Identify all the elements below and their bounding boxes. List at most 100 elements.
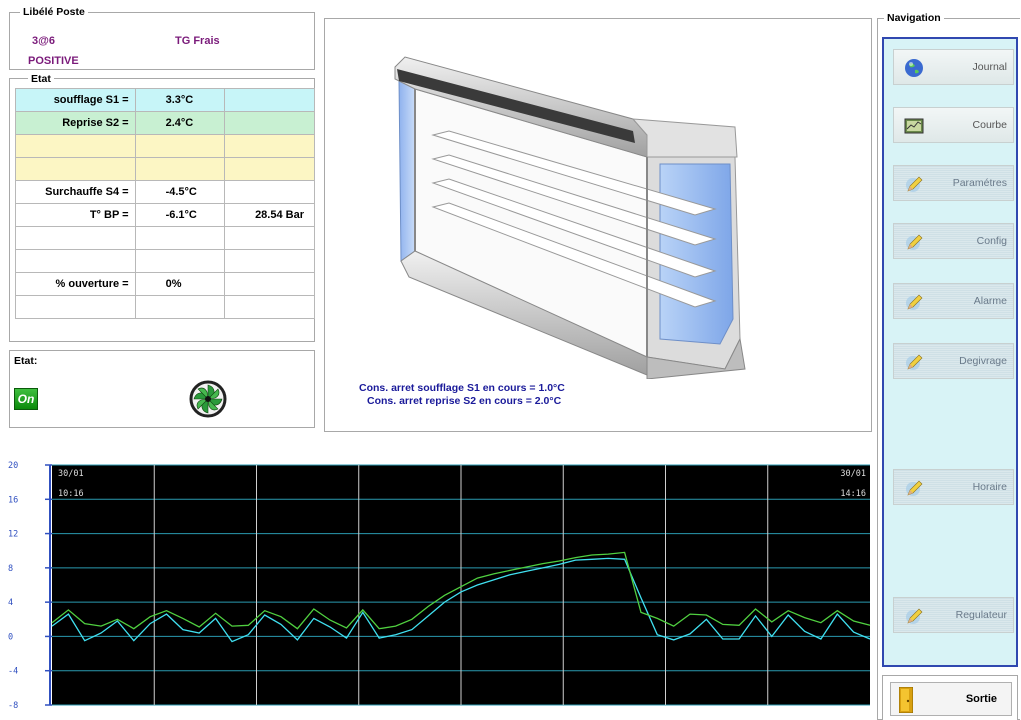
etat-panel: Etat soufflage S1 = 3.3°C Reprise S2 = 2.4°…: [9, 73, 315, 342]
table-row: [15, 249, 315, 273]
pencil-icon: [904, 292, 924, 312]
nav-button-degivrage[interactable]: Degivrage: [893, 343, 1014, 379]
nav-button-label: Alarme: [973, 295, 1007, 307]
chart-y-tick-label: -4: [8, 667, 18, 677]
temperature-chart: 20 16 12 8 4 0 -4 -8 30/01 10:16 30/01 14:16: [0, 455, 875, 720]
measure-value: [134, 249, 226, 273]
table-row: [15, 134, 315, 158]
measure-extra: [224, 249, 315, 273]
measure-extra: [224, 272, 315, 296]
cons-reprise: Cons. arret reprise S2 en cours = 2.0°C: [367, 395, 561, 407]
poste-code: 3@6: [32, 35, 55, 47]
table-row: [15, 157, 315, 181]
cons-reprise-label: Cons. arret reprise S2 en cours =: [367, 395, 532, 407]
chart-y-tick-label: 16: [8, 495, 18, 505]
nav-button-journal[interactable]: Journal: [893, 49, 1014, 85]
nav-button-parametres[interactable]: Paramétres: [893, 165, 1014, 201]
measure-extra: [224, 111, 315, 135]
measure-label: [15, 134, 136, 158]
pencil-icon: [904, 174, 924, 194]
table-row: soufflage S1 = 3.3°C: [15, 88, 315, 112]
measure-value: -6.1°C: [134, 203, 226, 227]
measure-extra: [224, 157, 315, 181]
chart-end-date: 30/01: [840, 469, 866, 479]
measure-extra: [224, 88, 315, 112]
fan-icon: [189, 380, 227, 418]
navigation-panel: Navigation Journal Courbe Paramétres Config…: [877, 12, 1020, 720]
exit-panel: Sortie: [882, 675, 1018, 720]
measure-value: [134, 134, 226, 158]
status-title: Etat:: [14, 355, 38, 367]
measure-extra: [224, 134, 315, 158]
measure-label: [15, 249, 136, 273]
pencil-icon: [904, 352, 924, 372]
measure-label: soufflage S1 =: [15, 88, 136, 112]
cons-reprise-value: 2.0°C: [534, 395, 562, 407]
status-panel: Etat: On: [9, 350, 315, 428]
chart-end-time: 14:16: [840, 489, 866, 499]
nav-button-label: Courbe: [972, 119, 1007, 131]
exit-button[interactable]: Sortie: [890, 682, 1012, 716]
nav-button-alarme[interactable]: Alarme: [893, 283, 1014, 319]
exit-label: Sortie: [965, 693, 997, 705]
cons-soufflage-label: Cons. arret soufflage S1 en cours =: [359, 382, 536, 394]
chart-y-tick-label: -8: [8, 701, 18, 711]
measure-label: [15, 226, 136, 250]
chart-y-tick-label: 8: [8, 564, 13, 574]
measure-label: % ouverture =: [15, 272, 136, 296]
pencil-icon: [904, 606, 924, 626]
pencil-icon: [904, 478, 924, 498]
nav-button-label: Paramétres: [952, 177, 1007, 189]
measure-label: Reprise S2 =: [15, 111, 136, 135]
chart-svg: 20 16 12 8 4 0 -4 -8 30/01 10:16 30/01 14:16: [8, 461, 871, 711]
measure-value: [134, 226, 226, 250]
cons-soufflage: Cons. arret soufflage S1 en cours = 1.0°…: [359, 382, 565, 394]
measure-value: 2.4°C: [134, 111, 226, 135]
chart-y-tick-label: 12: [8, 530, 18, 540]
measure-value: 3.3°C: [134, 88, 226, 112]
measure-extra: 28.54 Bar: [224, 203, 315, 227]
chart-y-tick-label: 4: [8, 598, 13, 608]
chart-y-tick-label: 0: [8, 632, 13, 642]
cons-soufflage-value: 1.0°C: [538, 382, 565, 394]
nav-button-config[interactable]: Config: [893, 223, 1014, 259]
door-icon: [899, 687, 913, 713]
chart-start-date: 30/01: [58, 469, 84, 479]
nav-button-label: Config: [976, 235, 1007, 247]
nav-button-courbe[interactable]: Courbe: [893, 107, 1014, 143]
table-row: % ouverture = 0%: [15, 272, 315, 296]
table-row: Surchauffe S4 = -4.5°C: [15, 180, 315, 204]
poste-panel: Libélé Poste 3@6 TG Frais POSITIVE: [9, 6, 315, 70]
navigation-legend: Navigation: [884, 12, 944, 24]
poste-type: POSITIVE: [28, 55, 79, 67]
poste-legend: Libélé Poste: [20, 6, 88, 18]
display-cabinet-image: [394, 56, 746, 379]
measure-label: Surchauffe S4 =: [15, 180, 136, 204]
table-row: T° BP = -6.1°C 28.54 Bar: [15, 203, 315, 227]
on-icon: On: [14, 388, 38, 410]
table-row: [15, 226, 315, 250]
chart-icon: [904, 116, 924, 136]
measure-label: [15, 295, 136, 319]
nav-button-regulateur[interactable]: Regulateur: [893, 597, 1014, 633]
globe-icon: [904, 58, 924, 78]
nav-button-label: Regulateur: [955, 609, 1007, 621]
chart-start-time: 10:16: [58, 489, 84, 499]
navigation-buttons: Journal Courbe Paramétres Config Alarme Degiv…: [882, 37, 1018, 667]
measure-extra: [224, 180, 315, 204]
poste-name: TG Frais: [175, 35, 220, 47]
etat-legend: Etat: [28, 73, 54, 85]
nav-button-horaire[interactable]: Horaire: [893, 469, 1014, 505]
table-row: [15, 295, 315, 319]
chart-y-tick-label: 20: [8, 461, 18, 471]
nav-button-label: Horaire: [972, 481, 1007, 493]
measure-extra: [224, 226, 315, 250]
measurement-table: soufflage S1 = 3.3°C Reprise S2 = 2.4°C Surc…: [15, 88, 315, 319]
measure-value: [134, 295, 226, 319]
measure-value: 0%: [134, 272, 226, 296]
measure-label: [15, 157, 136, 181]
cabinet-panel: Cons. arret soufflage S1 en cours = 1.0°…: [324, 18, 872, 432]
measure-extra: [224, 295, 315, 319]
pencil-icon: [904, 232, 924, 252]
measure-label: T° BP =: [15, 203, 136, 227]
